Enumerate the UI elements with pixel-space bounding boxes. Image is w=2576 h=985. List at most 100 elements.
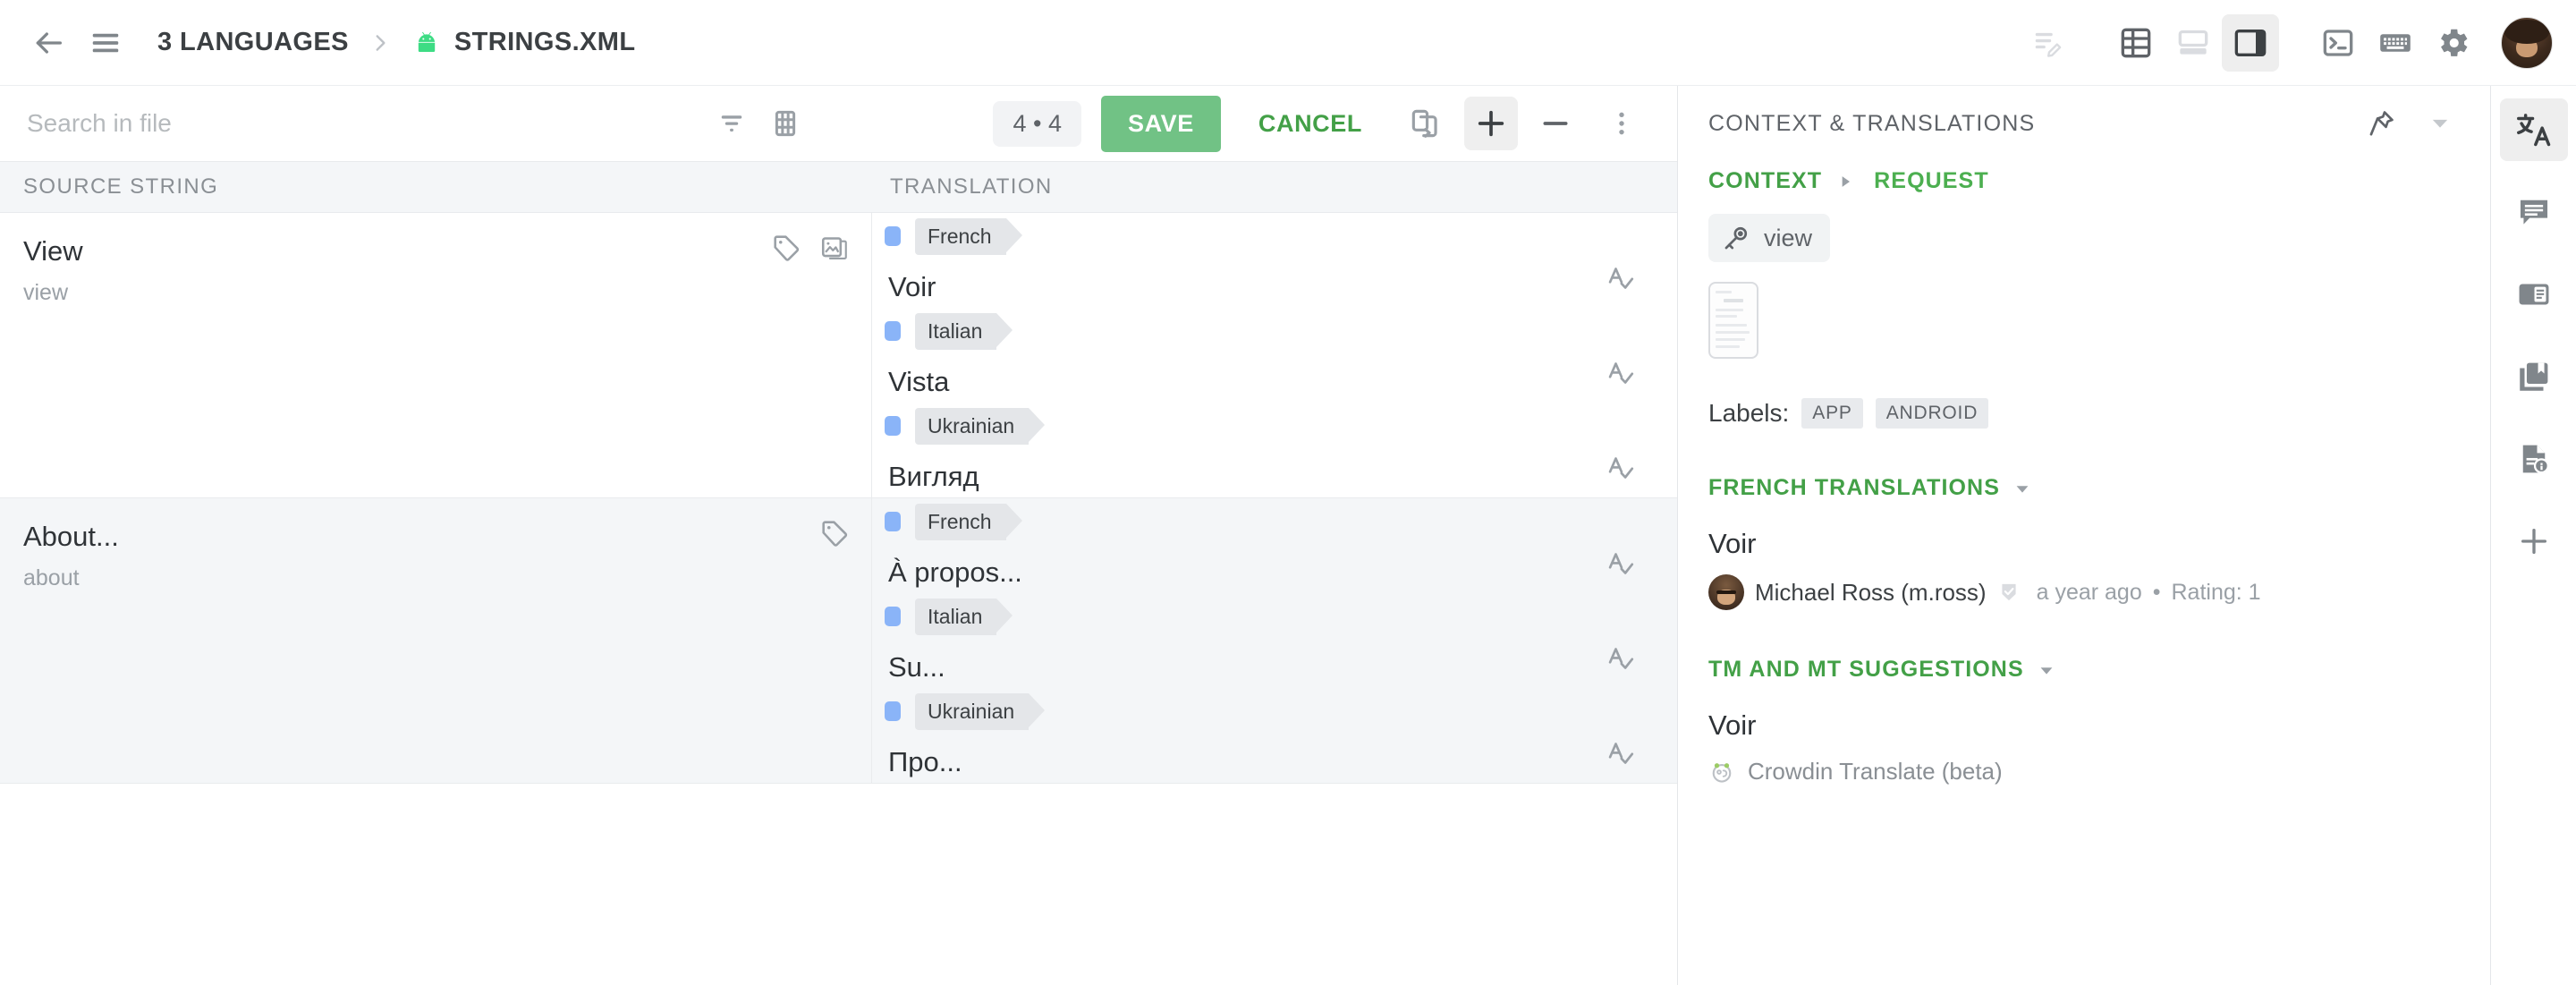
- translation-text[interactable]: Voir: [872, 270, 1677, 303]
- breadcrumb-file-label[interactable]: strings.xml: [454, 28, 636, 57]
- crowdin-editor-window: 3 Languages strings.xml: [0, 0, 2576, 985]
- panel-body: Context Request view: [1678, 161, 2490, 985]
- language-chip[interactable]: Italian: [915, 598, 1013, 635]
- translation-text[interactable]: À propos...: [872, 556, 1677, 589]
- table-row[interactable]: About... about French À propos... Italia…: [0, 498, 1677, 784]
- spellcheck-icon: [1608, 743, 1634, 764]
- screenshot-icon[interactable]: [819, 233, 850, 263]
- filter-button[interactable]: [705, 97, 758, 150]
- spellcheck-button[interactable]: [1606, 263, 1636, 293]
- spellcheck-button[interactable]: [1606, 453, 1636, 483]
- translation-text[interactable]: Про...: [872, 745, 1677, 778]
- author-name[interactable]: Michael Ross (m.ross): [1755, 579, 1987, 607]
- rail-comments-button[interactable]: [2500, 181, 2568, 243]
- spellcheck-button[interactable]: [1606, 548, 1636, 579]
- source-cell[interactable]: View view: [0, 213, 872, 497]
- tag-icon[interactable]: [771, 233, 801, 263]
- keyboard-icon: [2380, 33, 2411, 52]
- more-options-button[interactable]: [1595, 97, 1648, 150]
- string-key-chip[interactable]: view: [1708, 214, 1831, 262]
- translation-row[interactable]: Ukrainian Вигляд: [872, 403, 1677, 497]
- context-translations-panel: Context & Translations Context: [1677, 86, 2490, 985]
- keyboard-shortcuts-button[interactable]: [2367, 14, 2424, 72]
- label-chip-android[interactable]: Android: [1875, 398, 1989, 429]
- tm-mt-suggestions-title: TM and MT suggestions: [1708, 657, 2024, 682]
- language-status-dot: [885, 701, 901, 721]
- menu-button[interactable]: [77, 14, 134, 72]
- settings-button[interactable]: [2424, 14, 2481, 72]
- labels-title: Labels:: [1708, 399, 1790, 427]
- rail-terms-button[interactable]: [2500, 263, 2568, 326]
- side-panel-view-icon: [2234, 29, 2267, 56]
- language-chip[interactable]: Ukrainian: [915, 407, 1046, 445]
- french-translations-section-header[interactable]: French translations: [1708, 475, 2460, 501]
- translation-row[interactable]: Ukrainian Про...: [872, 688, 1677, 783]
- translation-language-header: Ukrainian: [872, 406, 1677, 446]
- author-avatar[interactable]: [1708, 574, 1744, 610]
- rail-add-panel-button[interactable]: [2500, 510, 2568, 573]
- pin-panel-button[interactable]: [2354, 97, 2408, 150]
- language-chip[interactable]: French: [915, 503, 1022, 540]
- translation-text[interactable]: Вигляд: [872, 460, 1677, 493]
- suggestion-entry-text[interactable]: Voir: [1708, 709, 2460, 742]
- editor-body: 4 • 4 Save Cancel: [0, 86, 2576, 985]
- save-button[interactable]: Save: [1100, 95, 1221, 152]
- breadcrumb-file[interactable]: strings.xml: [411, 28, 636, 58]
- translation-text[interactable]: Su...: [872, 650, 1677, 684]
- table-view-button[interactable]: [2107, 14, 2165, 72]
- bottom-panel-view-button[interactable]: [2165, 14, 2222, 72]
- rail-file-info-button[interactable]: [2500, 428, 2568, 490]
- grid-view-button[interactable]: [758, 97, 812, 150]
- search-input[interactable]: [23, 109, 524, 138]
- translation-row[interactable]: French Voir: [872, 213, 1677, 308]
- collapse-panel-button[interactable]: [2413, 97, 2467, 150]
- back-button[interactable]: [20, 14, 77, 72]
- rail-translations-button[interactable]: [2499, 98, 2568, 161]
- panel-header: Context & Translations: [1678, 86, 2490, 161]
- gear-icon: [2441, 29, 2468, 56]
- translation-row[interactable]: Italian Vista: [872, 308, 1677, 403]
- spellcheck-button[interactable]: [1606, 643, 1636, 674]
- language-chip[interactable]: Ukrainian: [915, 692, 1046, 730]
- avatar[interactable]: [2501, 16, 2553, 69]
- terminal-button[interactable]: [2309, 14, 2367, 72]
- source-row-icons: [819, 518, 850, 548]
- label-chip-app[interactable]: App: [1801, 398, 1863, 429]
- translation-row[interactable]: Italian Su...: [872, 593, 1677, 688]
- string-key-text: view: [1764, 224, 1813, 251]
- more-vertical-icon: [1619, 112, 1624, 135]
- spellcheck-button[interactable]: [1606, 358, 1636, 388]
- top-toolbar: 3 Languages strings.xml: [0, 0, 2576, 86]
- translate-icon: [2516, 114, 2550, 147]
- rail-glossary-button[interactable]: [2500, 345, 2568, 408]
- add-translation-button[interactable]: [1464, 97, 1518, 150]
- tab-request[interactable]: Request: [1874, 168, 1989, 194]
- string-list[interactable]: View view French Voir Italian Vista Ukra…: [0, 213, 1677, 985]
- side-panel-view-button[interactable]: [2222, 13, 2279, 72]
- progress-counter[interactable]: 4 • 4: [993, 100, 1081, 147]
- spellcheck-button[interactable]: [1606, 738, 1636, 768]
- translation-row[interactable]: French À propos...: [872, 498, 1677, 593]
- tag-icon[interactable]: [819, 518, 850, 548]
- copy-to-all-button[interactable]: [1398, 97, 1452, 150]
- crowdin-translate-icon: [1712, 762, 1732, 783]
- remove-translation-button[interactable]: [1529, 97, 1582, 150]
- suggestion-engine-row: Crowdin Translate (beta): [1708, 758, 2460, 785]
- add-panel-icon: [2521, 528, 2546, 554]
- translation-time: a year ago: [2036, 579, 2142, 605]
- tab-context[interactable]: Context: [1708, 168, 1822, 194]
- screenshot-thumbnail[interactable]: [1708, 282, 1758, 359]
- language-chip[interactable]: French: [915, 217, 1022, 255]
- french-translation-entry-text: Voir: [1708, 528, 1757, 559]
- chevron-down-icon: [2432, 119, 2448, 128]
- tm-mt-suggestions-section-header[interactable]: TM and MT suggestions: [1708, 657, 2460, 683]
- translation-text[interactable]: Vista: [872, 365, 1677, 398]
- edit-list-button[interactable]: [2020, 14, 2077, 72]
- language-chip[interactable]: Italian: [915, 312, 1013, 350]
- source-row-icons: [771, 233, 850, 263]
- table-row[interactable]: View view French Voir Italian Vista Ukra…: [0, 213, 1677, 498]
- breadcrumb-languages[interactable]: 3 Languages: [157, 28, 349, 57]
- cancel-button[interactable]: Cancel: [1235, 96, 1385, 152]
- source-cell[interactable]: About... about: [0, 498, 872, 783]
- approved-check-icon: [2002, 583, 2016, 601]
